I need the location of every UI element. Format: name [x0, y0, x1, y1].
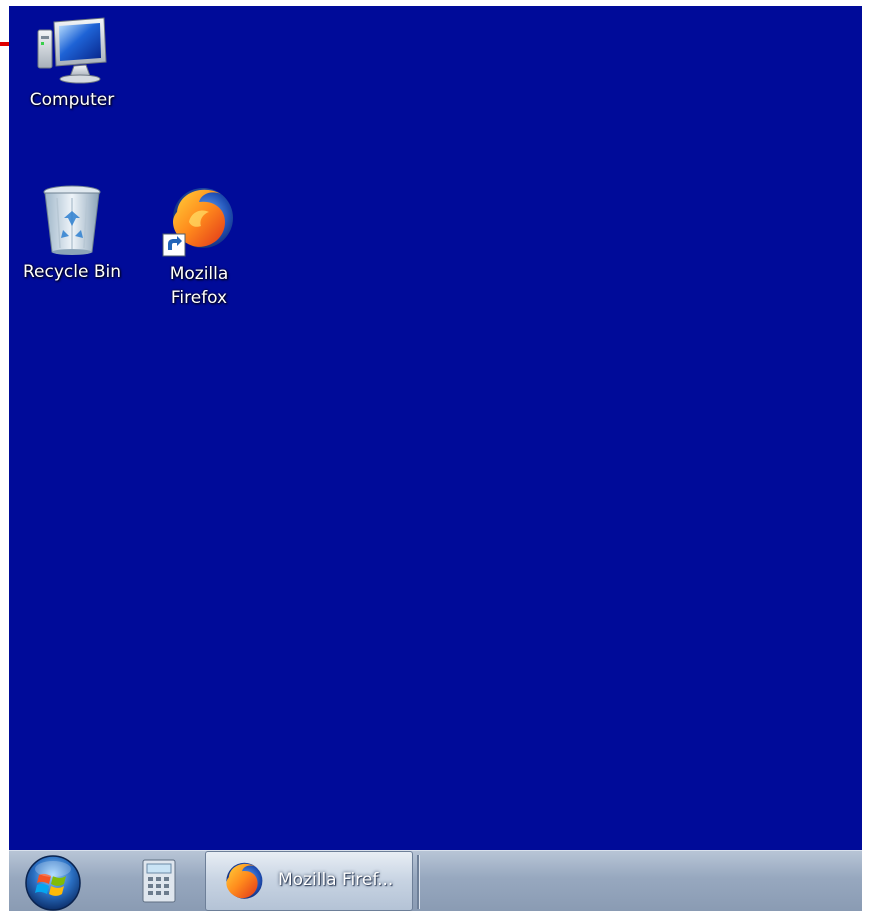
firefox-icon [226, 862, 263, 899]
desktop[interactable]: Computer Recycle Bin Mozilla Firefox [9, 6, 862, 850]
recycle-bin-icon [43, 185, 101, 255]
desktop-icon-label: Recycle Bin [22, 262, 121, 282]
taskbar: Mozilla Firef... [9, 850, 862, 911]
windows-logo-icon [25, 855, 81, 911]
desktop-icon-label: Computer [29, 90, 115, 110]
taskbar-pinned-calculator[interactable] [124, 852, 192, 910]
computer-icon [37, 17, 107, 84]
firefox-icon [162, 188, 233, 257]
screen: Computer Recycle Bin Mozilla Firefox Moz… [0, 0, 869, 911]
desktop-icon-mozilla-firefox[interactable]: Mozilla Firefox [144, 182, 254, 310]
label-line: Mozilla [169, 264, 229, 284]
desktop-icon-label: Mozilla Firefox [144, 262, 254, 310]
desktop-icon-computer[interactable]: Computer [17, 16, 127, 112]
label-line: Firefox [170, 288, 228, 308]
desktop-icon-recycle-bin[interactable]: Recycle Bin [17, 184, 127, 284]
taskbar-button-label: Mozilla Firef... [278, 870, 394, 890]
calculator-icon [142, 859, 176, 903]
start-button[interactable] [22, 853, 84, 911]
taskbar-separator [417, 855, 420, 909]
taskbar-button-firefox[interactable]: Mozilla Firef... [205, 851, 413, 911]
